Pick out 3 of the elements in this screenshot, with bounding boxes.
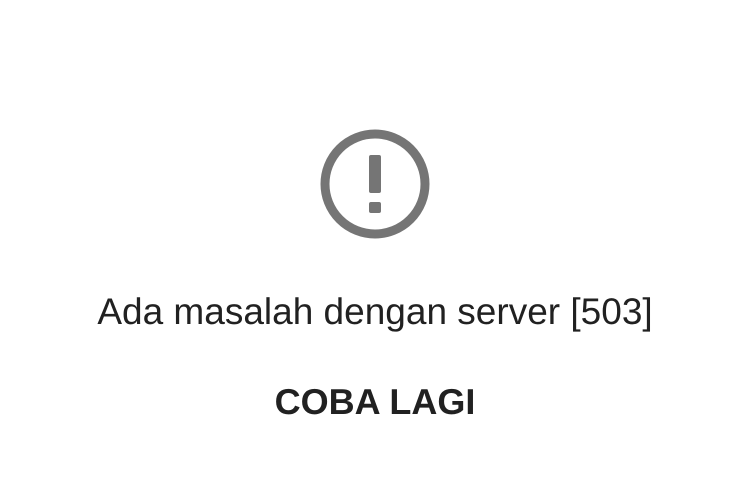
error-icon <box>319 128 431 240</box>
error-message: Ada masalah dengan server [503] <box>97 290 653 334</box>
retry-button[interactable]: COBA LAGI <box>262 376 488 427</box>
